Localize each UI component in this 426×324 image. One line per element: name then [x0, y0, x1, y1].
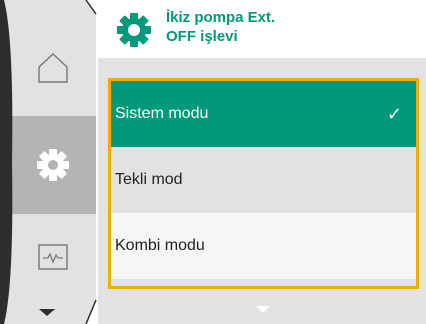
option-sistem-modu[interactable]: Sistem modu ✓ [111, 81, 416, 147]
option-list: Sistem modu ✓ Tekli mod Kombi modu [108, 78, 419, 289]
nav-diagnostics-button[interactable] [10, 214, 96, 300]
nav-settings-button[interactable] [10, 116, 96, 214]
diagnostics-icon [38, 244, 68, 270]
nav-home-button[interactable] [10, 20, 96, 116]
page-title-line1: İkiz pompa Ext. [166, 9, 276, 26]
scroll-down-icon [39, 309, 55, 316]
page-title: İkiz pompa Ext. OFF işlevi [166, 8, 416, 46]
gear-icon [37, 149, 69, 181]
content-area: Sistem modu ✓ Tekli mod Kombi modu [98, 58, 426, 324]
scroll-down-icon[interactable] [256, 306, 270, 313]
gear-icon [117, 13, 151, 47]
side-navigation [0, 0, 98, 324]
home-icon [38, 53, 68, 83]
option-kombi-modu[interactable]: Kombi modu [111, 213, 416, 279]
nav-scroll-down[interactable] [22, 302, 72, 324]
page-title-line2: OFF işlevi [166, 28, 238, 45]
check-icon: ✓ [386, 103, 402, 124]
option-label: Tekli mod [115, 171, 183, 188]
header: İkiz pompa Ext. OFF işlevi [98, 0, 426, 58]
option-tekli-mod[interactable]: Tekli mod [111, 147, 416, 213]
option-label: Kombi modu [115, 237, 205, 254]
option-label: Sistem modu [115, 105, 209, 122]
